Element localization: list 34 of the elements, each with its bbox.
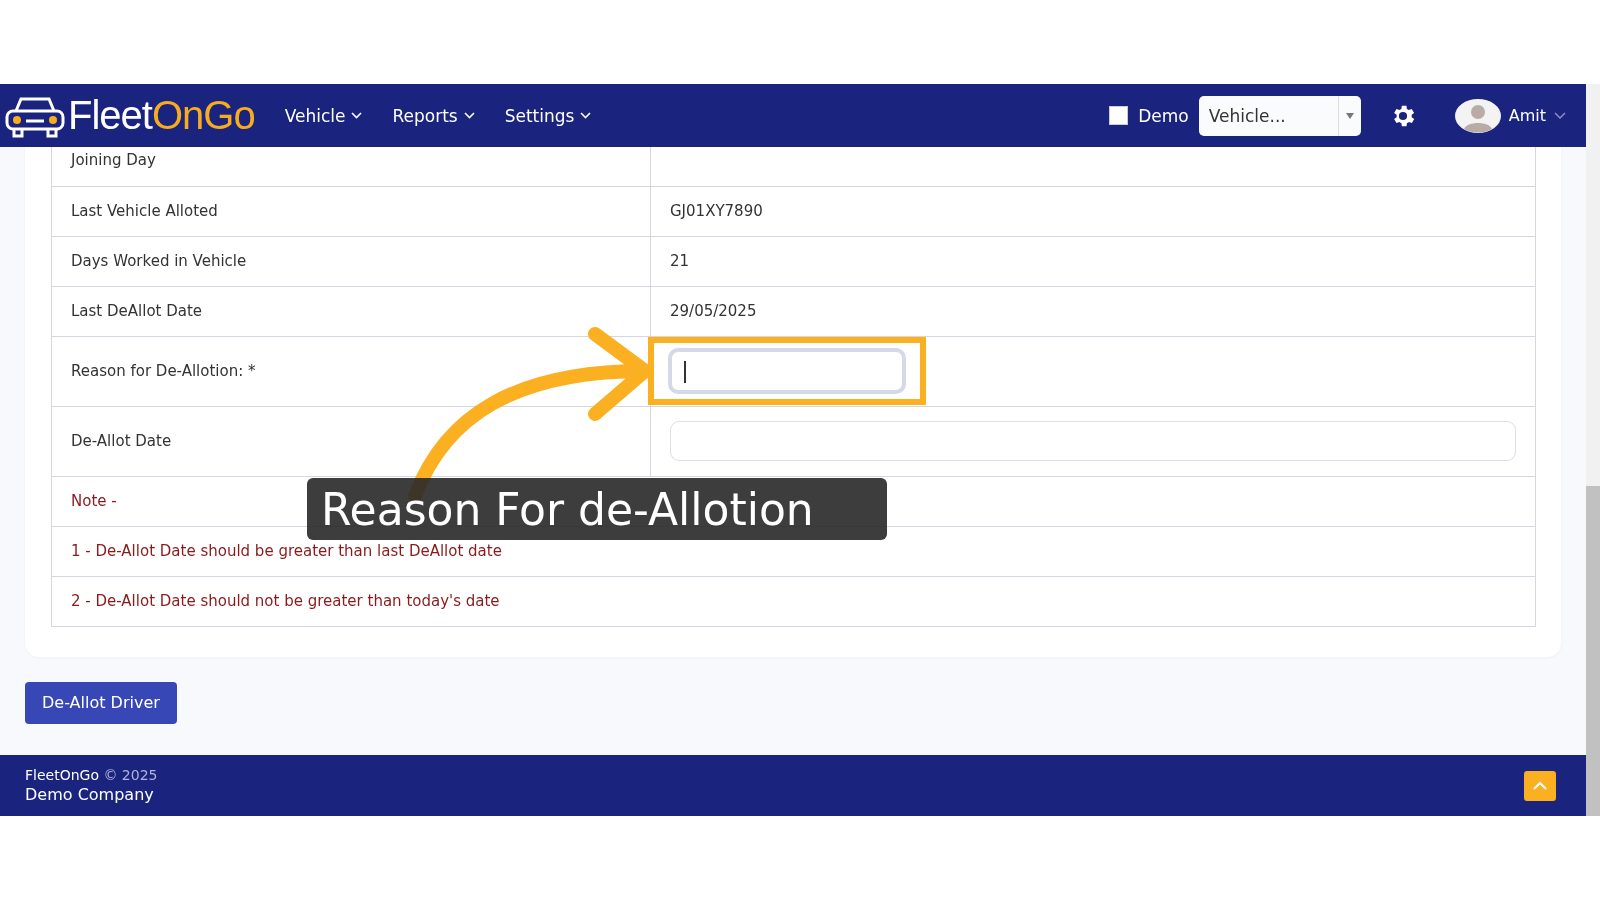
copyright-text: © 2025 [103,767,158,783]
field-label: De-Allot Date [51,406,651,476]
chevron-icon [463,112,475,119]
nav-menu-item[interactable]: Settings [504,105,592,126]
company-name: Demo Company [25,785,155,804]
demo-checkbox[interactable] [1109,106,1129,125]
annotation-callout: Reason For de-Allotion [307,478,887,540]
nav-menu-item[interactable]: Vehicle [284,105,363,126]
nav-menu-item[interactable]: Reports [392,105,475,126]
chevron-icon [1554,111,1566,120]
vehicle-select[interactable]: Vehicle... [1198,95,1361,136]
field-label: Days Worked in Vehicle [51,236,651,286]
chevron-icon [580,112,592,119]
user-menu[interactable]: Amit [1454,98,1566,133]
input-field[interactable] [670,421,1516,461]
field-label: Last DeAllot Date [51,286,651,336]
chevron-up-icon [1533,781,1547,790]
field-value: 21 [650,236,1536,286]
footer-brand: FleetOnGo [25,767,99,783]
scroll-to-top-button[interactable] [1524,770,1556,801]
field-value: GJ01XY7890 [650,186,1536,236]
chevron-icon [351,112,363,119]
demo-label: Demo [1138,105,1189,126]
field-label: Joining Day [51,147,651,186]
avatar-icon [1454,98,1501,133]
scrollbar-thumb[interactable] [1586,486,1600,816]
field-label: Last Vehicle Alloted [51,186,651,236]
field-label: Reason for De-Allotion: * [51,336,651,406]
brand-logo[interactable]: FleetOnGo [4,92,255,139]
note-text: 2 - De-Allot Date should not be greater than today's date [51,576,1536,626]
field-value: 29/05/2025 [650,286,1536,336]
input-field[interactable] [668,348,906,394]
de-allot-driver-button[interactable]: De-Allot Driver [25,681,177,724]
caret-icon [1344,111,1355,120]
